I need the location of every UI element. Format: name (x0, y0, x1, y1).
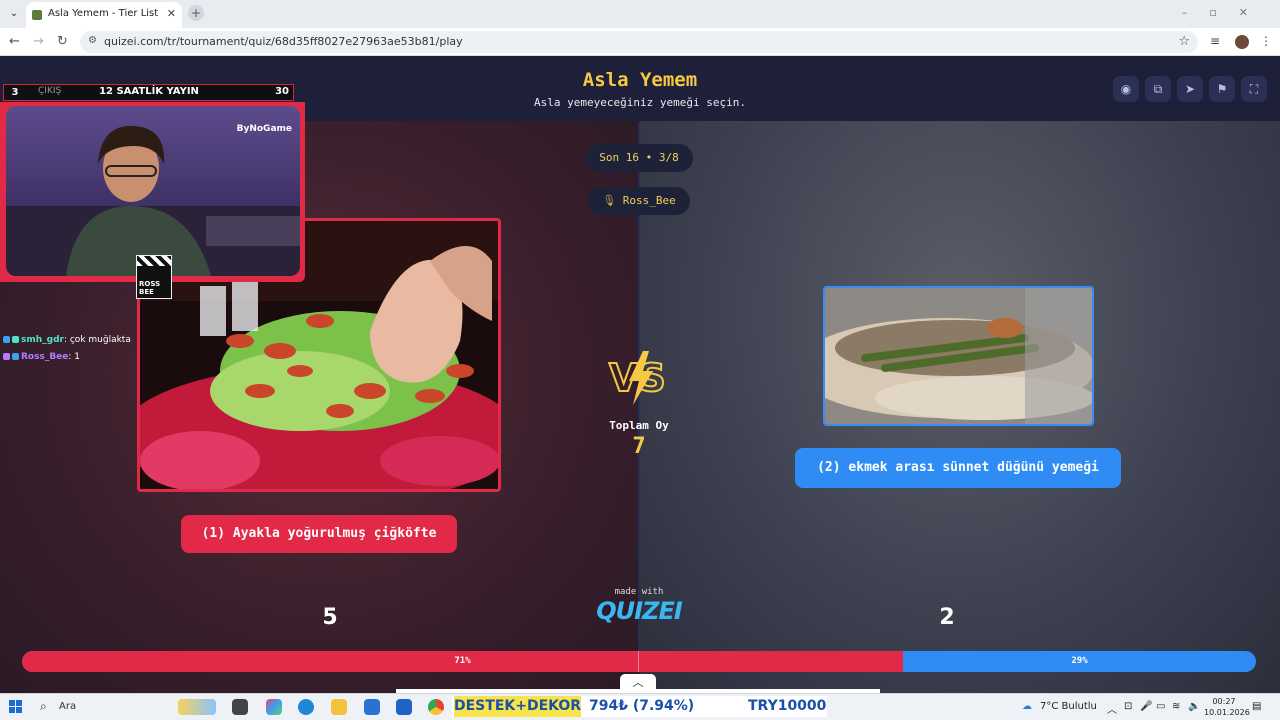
right-food-illustration (825, 288, 1092, 424)
search-icon[interactable]: ⌕ (40, 699, 47, 714)
microphone-tray-icon[interactable]: 🎤 (1140, 701, 1152, 712)
address-bar-row: ← → ↻ ⚙ quizei.com/tr/tournament/quiz/68… (0, 28, 1280, 56)
taskbar-search[interactable]: Ara (59, 701, 76, 712)
ticker-progress: 794₺ (7.94%) (589, 698, 695, 714)
user-pill-name: Ross_Bee (622, 194, 676, 207)
reload-icon[interactable]: ↻ (57, 34, 68, 49)
browser-tab-bar: ⌄ Asla Yemem - Tier List, Kör Sıral ✕ + … (0, 0, 1280, 28)
vs-lightning-icon: VS (608, 351, 667, 405)
chat-username: smh_gdr (21, 335, 64, 345)
round-pill: Son 16 • 3/8 (585, 144, 693, 172)
windows-taskbar: ⌕ Ara DESTEK+DEKOR 794₺ (7.94%) TRY10000… (0, 693, 1280, 720)
menu-icon[interactable]: ⋮ (1260, 34, 1272, 48)
webcam-video: ByNoGame (6, 106, 300, 276)
chat-text: : 1 (68, 352, 81, 362)
right-vote-count: 2 (939, 605, 955, 630)
left-option-button[interactable]: (1) Ayakla yoğurulmuş çiğköfte (181, 515, 457, 553)
tab-title: Asla Yemem - Tier List, Kör Sıral (48, 8, 158, 19)
made-with-text: made with (614, 587, 664, 597)
flag-icon[interactable]: ⚑ (1209, 76, 1235, 102)
chat-username: Ross_Bee (21, 352, 69, 362)
chrome-icon[interactable] (428, 699, 444, 715)
stream-left-number: 3 (4, 85, 26, 100)
volume-icon[interactable]: 🔈 (1188, 701, 1200, 712)
clapper-label: ROSS BEE (139, 280, 160, 296)
edge-icon[interactable] (298, 699, 314, 715)
reading-list-icon[interactable]: ≡ (1210, 34, 1220, 48)
weather-icon[interactable]: ☁ (1022, 701, 1032, 712)
bar-center-mark (638, 651, 639, 672)
chat-message: smh_gdr: çok muğlakta (3, 335, 131, 345)
copilot-icon[interactable] (266, 699, 282, 715)
back-icon[interactable]: ← (9, 34, 20, 49)
stream-right-number: 30 (275, 86, 289, 97)
cam-brand-logo: ByNoGame (236, 124, 292, 134)
tab-list-chevron-icon[interactable]: ⌄ (6, 6, 22, 22)
clapperboard-logo: ROSS BEE (136, 255, 172, 299)
vote-progress-bar: 71% 29% (22, 651, 1256, 672)
donation-ticker: DESTEK+DEKOR 794₺ (7.94%) TRY10000 (452, 696, 827, 717)
chat-badge-icon (3, 336, 10, 343)
right-vote-percent: 29% (1071, 656, 1088, 666)
url-text: quizei.com/tr/tournament/quiz/68d35ff802… (104, 35, 463, 48)
outlook-icon[interactable] (396, 699, 412, 715)
forward-icon[interactable]: → (33, 34, 44, 49)
stream-title-bar: 3 ÇIKIŞ 12 SAATLİK YAYIN 30 (3, 84, 294, 101)
chat-badge-icon (12, 336, 19, 343)
microphone-icon: 🎙 (602, 194, 623, 207)
send-icon[interactable]: ➤ (1177, 76, 1203, 102)
weather-text[interactable]: 7°C Bulutlu (1040, 701, 1097, 712)
url-field[interactable]: ⚙ quizei.com/tr/tournament/quiz/68d35ff8… (80, 31, 1198, 53)
total-votes-label: Toplam Oy (609, 419, 669, 432)
right-option-button[interactable]: (2) ekmek arası sünnet düğünü yemeği (795, 448, 1121, 488)
task-view-icon[interactable] (232, 699, 248, 715)
network-icon[interactable]: ▭ (1156, 701, 1165, 712)
tray-overflow-icon[interactable]: ︿ (1107, 701, 1117, 716)
site-info-icon[interactable]: ⚙ (88, 35, 97, 46)
new-tab-button[interactable]: + (188, 5, 204, 21)
clock-time: 00:27 (1212, 697, 1236, 706)
user-pill: 🎙 Ross_Bee (588, 187, 690, 215)
quizei-logo[interactable]: QUIZEI (586, 597, 692, 625)
tab-favicon-icon (32, 10, 42, 20)
windows-start-icon[interactable] (9, 700, 23, 714)
profile-avatar[interactable] (1235, 35, 1249, 49)
chat-text: : çok muğlakta (63, 335, 131, 345)
clapper-label-2: BEE (139, 288, 154, 296)
share-icon[interactable]: ⧉ (1145, 76, 1171, 102)
chat-badge-icon (3, 353, 10, 360)
notification-icon[interactable]: ▤ (1252, 701, 1261, 712)
tray-app-icon[interactable]: ⊡ (1124, 701, 1132, 712)
clock-date: 10.01.2026 (1204, 708, 1250, 717)
tab-close-icon[interactable]: ✕ (167, 7, 176, 20)
bookmark-star-icon[interactable]: ☆ (1178, 34, 1190, 49)
store-icon[interactable] (364, 699, 380, 715)
ticker-target: TRY10000 (748, 698, 827, 714)
browser-tab[interactable]: Asla Yemem - Tier List, Kör Sıral ✕ (26, 2, 182, 28)
wifi-icon[interactable]: ≋ (1172, 701, 1180, 712)
right-option-image[interactable] (823, 286, 1094, 426)
copilot-sparkle-icon[interactable] (178, 699, 216, 715)
chat-message: Ross_Bee: 1 (3, 352, 80, 362)
left-vote-percent: 71% (454, 656, 471, 666)
ticker-goal: DESTEK+DEKOR (454, 696, 582, 717)
taskbar-clock[interactable]: 00:27 10.01.2026 (1204, 696, 1250, 718)
total-votes-value: 7 (632, 434, 646, 459)
stream-exit-label: ÇIKIŞ (38, 86, 62, 96)
eye-icon[interactable]: ◉ (1113, 76, 1139, 102)
fullscreen-icon[interactable]: ⛶ (1241, 76, 1267, 102)
left-vote-count: 5 (322, 605, 338, 630)
file-explorer-icon[interactable] (331, 699, 347, 715)
chat-badge-icon (12, 353, 19, 360)
clapper-stripes (137, 256, 171, 266)
clapper-label-1: ROSS (139, 280, 161, 288)
stream-title: 12 SAATLİK YAYIN (99, 86, 199, 97)
window-controls[interactable]: –▫✕ (1182, 6, 1270, 19)
